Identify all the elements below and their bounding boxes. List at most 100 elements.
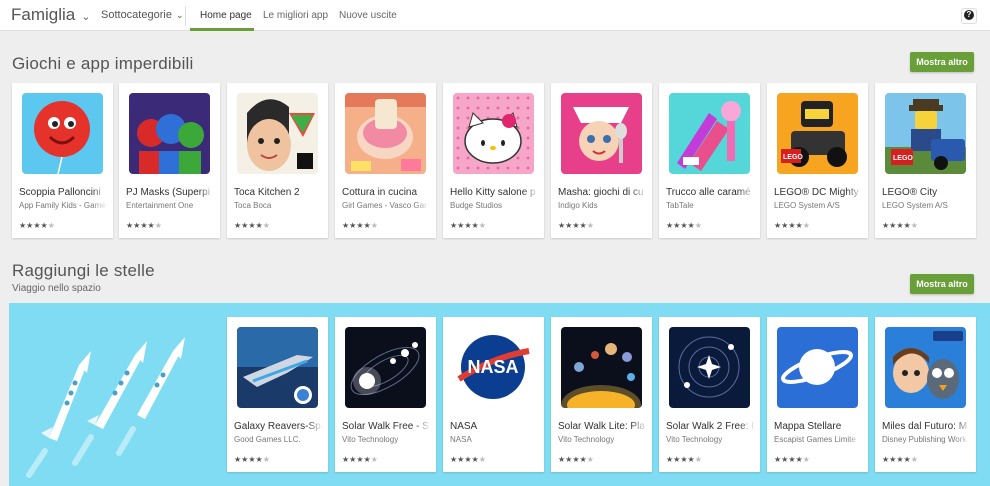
app-card[interactable]: Masha: giochi di cu Indigo Kids ★★★★★ — [551, 83, 652, 238]
app-name: LEGO® City — [882, 187, 971, 198]
solar-walk-free-app-icon — [345, 327, 426, 408]
show-more-button[interactable]: Mostra altro — [910, 52, 974, 72]
rating-stars: ★★★★★ — [774, 221, 810, 230]
hello-kitty-app-icon — [453, 93, 534, 174]
rockets-illustration — [26, 337, 185, 478]
app-card[interactable]: LEGO LEGO® City LEGO System A/S ★★★★★ — [875, 83, 976, 238]
section-title-stars: Raggiungi le stelle — [12, 261, 155, 280]
app-name: Mappa Stellare — [774, 421, 863, 432]
svg-text:NASA: NASA — [467, 357, 518, 377]
app-name: Solar Walk Lite: Pla — [558, 421, 647, 432]
app-developer: Good Games LLC. — [234, 435, 323, 444]
app-developer: TabTale — [666, 201, 755, 210]
app-card[interactable]: Toca Kitchen 2 Toca Boca ★★★★★ — [227, 83, 328, 238]
help-button[interactable]: ? — [961, 8, 977, 24]
app-developer: Vito Technology — [558, 435, 647, 444]
rating-stars: ★★★★★ — [450, 455, 486, 464]
show-more-button[interactable]: Mostra altro — [910, 274, 974, 294]
app-card[interactable]: Miles dal Futuro: M Disney Publishing Wo… — [875, 317, 976, 472]
nav-divider — [185, 6, 186, 26]
star-map-app-icon — [777, 327, 858, 408]
rating-stars: ★★★★★ — [882, 221, 918, 230]
app-developer: Toca Boca — [234, 201, 323, 210]
miles-from-tomorrowland-app-icon — [885, 327, 966, 408]
section-subtitle: Viaggio nello spazio — [12, 283, 101, 294]
lego-city-app-icon: LEGO — [885, 93, 966, 174]
app-name: Cottura in cucina — [342, 187, 431, 198]
app-developer: App Family Kids - Game — [19, 201, 108, 210]
rating-stars: ★★★★★ — [558, 455, 594, 464]
app-developer: LEGO System A/S — [774, 201, 863, 210]
cooking-app-icon — [345, 93, 426, 174]
chevron-down-icon: ⌄ — [175, 10, 184, 20]
app-developer: Vito Technology — [342, 435, 431, 444]
svg-text:LEGO: LEGO — [893, 155, 913, 162]
app-name: LEGO® DC Mighty — [774, 187, 863, 198]
app-name: Hello Kitty salone p — [450, 187, 539, 198]
app-name: Galaxy Reavers-Spa — [234, 421, 323, 432]
app-card[interactable]: Galaxy Reavers-Spa Good Games LLC. ★★★★★ — [227, 317, 328, 472]
top-nav-bar: Famiglia ⌄ Sottocategorie ⌄ Home page Le m… — [0, 0, 990, 31]
section-title-must-have: Giochi e app imperdibili — [12, 54, 194, 73]
masha-app-icon — [561, 93, 642, 174]
app-name: Solar Walk 2 Free: P — [666, 421, 755, 432]
rating-stars: ★★★★★ — [666, 455, 702, 464]
app-developer: Entertainment One — [126, 201, 215, 210]
app-card[interactable]: Mappa Stellare Escapist Games Limite ★★★… — [767, 317, 868, 472]
rating-stars: ★★★★★ — [558, 221, 594, 230]
app-name: Masha: giochi di cu — [558, 187, 647, 198]
app-card[interactable]: Solar Walk Lite: Pla Vito Technology ★★★… — [551, 317, 652, 472]
app-card[interactable]: Cottura in cucina Girl Games - Vasco Gar… — [335, 83, 436, 238]
app-card[interactable]: PJ Masks (Superpi Entertainment One ★★★★… — [119, 83, 220, 238]
app-developer: Disney Publishing Work — [882, 435, 971, 444]
solar-walk-lite-app-icon — [561, 327, 642, 408]
app-name: Toca Kitchen 2 — [234, 187, 323, 198]
rating-stars: ★★★★★ — [19, 221, 55, 230]
pj-masks-app-icon — [129, 93, 210, 174]
app-card[interactable]: Scoppia Palloncini App Family Kids - Gam… — [12, 83, 113, 238]
toca-kitchen-app-icon — [237, 93, 318, 174]
app-developer: Escapist Games Limite — [774, 435, 863, 444]
candy-makeup-app-icon — [669, 93, 750, 174]
app-card[interactable]: LEGO LEGO® DC Mighty LEGO System A/S ★★★… — [767, 83, 868, 238]
tab-home[interactable]: Home page — [200, 10, 252, 21]
app-developer: Budge Studios — [450, 201, 539, 210]
app-developer: Girl Games - Vasco Gar — [342, 201, 431, 210]
tab-top-apps[interactable]: Le migliori app — [263, 10, 328, 21]
app-card[interactable]: Trucco alle caramé TabTale ★★★★★ — [659, 83, 760, 238]
app-name: Scoppia Palloncini — [19, 187, 108, 198]
rating-stars: ★★★★★ — [342, 455, 378, 464]
app-card[interactable]: NASA NASA NASA ★★★★★ — [443, 317, 544, 472]
tab-new-releases[interactable]: Nuove uscite — [339, 10, 397, 21]
rating-stars: ★★★★★ — [882, 455, 918, 464]
app-developer: LEGO System A/S — [882, 201, 971, 210]
rating-stars: ★★★★★ — [450, 221, 486, 230]
galaxy-reavers-app-icon — [237, 327, 318, 408]
subcategories-dropdown[interactable]: Sottocategorie ⌄ — [101, 9, 183, 21]
rating-stars: ★★★★★ — [234, 455, 270, 464]
rating-stars: ★★★★★ — [342, 221, 378, 230]
active-tab-indicator — [190, 28, 254, 31]
rating-stars: ★★★★★ — [774, 455, 810, 464]
category-label: Famiglia — [11, 5, 76, 24]
nasa-app-icon: NASA — [453, 327, 534, 408]
app-name: NASA — [450, 421, 539, 432]
svg-text:LEGO: LEGO — [783, 154, 803, 161]
rating-stars: ★★★★★ — [126, 221, 162, 230]
help-icon: ? — [964, 10, 974, 20]
chevron-down-icon: ⌄ — [81, 11, 91, 23]
balloon-app-icon — [22, 93, 103, 174]
lego-dc-app-icon: LEGO — [777, 93, 858, 174]
app-name: Solar Walk Free - S — [342, 421, 431, 432]
app-card[interactable]: Solar Walk 2 Free: P Vito Technology ★★★… — [659, 317, 760, 472]
app-card[interactable]: Hello Kitty salone p Budge Studios ★★★★★ — [443, 83, 544, 238]
solar-walk-2-app-icon — [669, 327, 750, 408]
app-card[interactable]: Solar Walk Free - S Vito Technology ★★★★… — [335, 317, 436, 472]
app-name: Trucco alle caramé — [666, 187, 755, 198]
app-developer: Vito Technology — [666, 435, 755, 444]
category-dropdown[interactable]: Famiglia ⌄ — [11, 5, 90, 25]
rating-stars: ★★★★★ — [666, 221, 702, 230]
app-developer: Indigo Kids — [558, 201, 647, 210]
rating-stars: ★★★★★ — [234, 221, 270, 230]
app-developer: NASA — [450, 435, 539, 444]
